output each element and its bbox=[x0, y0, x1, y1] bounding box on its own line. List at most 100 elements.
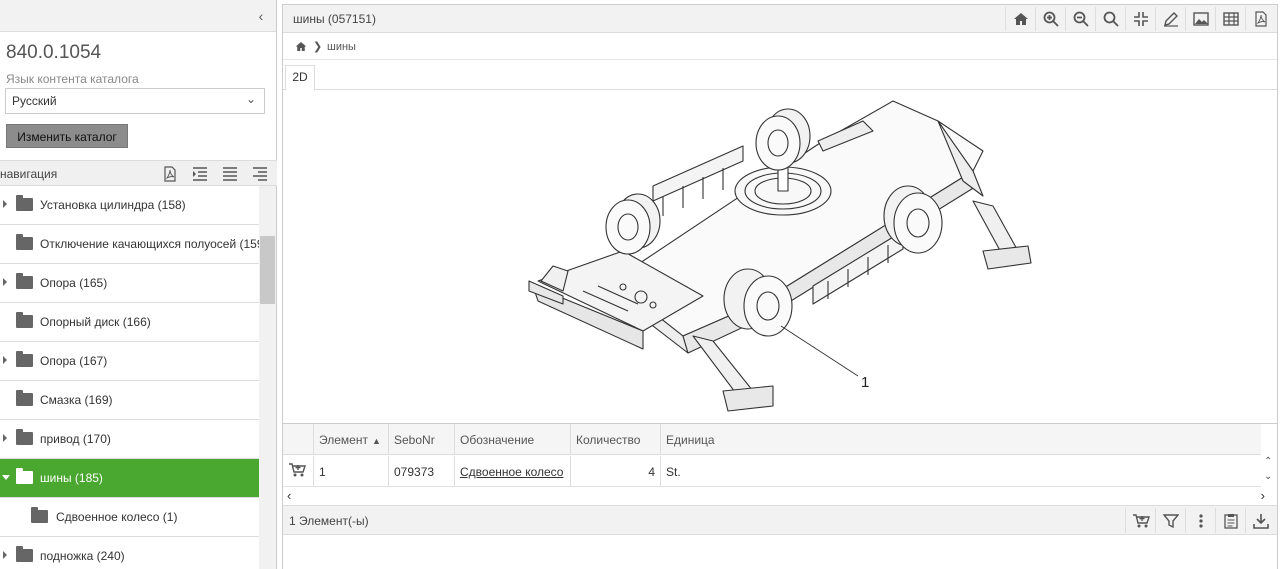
folder-icon bbox=[16, 273, 33, 289]
folder-icon bbox=[16, 429, 33, 445]
expand-arrow-icon[interactable] bbox=[3, 434, 7, 442]
filter-icon[interactable] bbox=[1155, 508, 1185, 533]
tree-item[interactable]: Установка цилиндра (158) bbox=[0, 186, 259, 225]
language-select[interactable]: Русский ⌄ bbox=[5, 88, 265, 114]
tree-item-selected[interactable]: шины (185) bbox=[0, 459, 259, 498]
folder-icon bbox=[16, 390, 33, 406]
collapse-sidebar-icon[interactable]: ‹ bbox=[254, 8, 268, 24]
tree-scrollbar[interactable] bbox=[259, 186, 276, 569]
collapse-arrow-icon[interactable] bbox=[2, 475, 10, 480]
tree-item-label: Опора (167) bbox=[40, 354, 108, 368]
language-label: Язык контента каталога bbox=[6, 72, 139, 86]
add-all-to-cart-icon[interactable] bbox=[1125, 508, 1155, 533]
home-icon[interactable] bbox=[295, 41, 307, 55]
parts-drawing[interactable]: 1 bbox=[283, 91, 1277, 425]
pdf-icon[interactable] bbox=[1245, 7, 1275, 31]
download-icon[interactable] bbox=[1245, 508, 1275, 533]
folder-icon bbox=[31, 507, 48, 523]
breadcrumb: ❯ шины bbox=[283, 34, 1277, 60]
machine-drawing-image: 1 bbox=[528, 100, 1032, 412]
expand-arrow-icon[interactable] bbox=[3, 278, 7, 286]
add-to-cart-icon[interactable] bbox=[283, 456, 314, 486]
zoom-in-icon[interactable] bbox=[1035, 7, 1065, 31]
tree-item-label: Опора (165) bbox=[40, 276, 108, 290]
scroll-up-icon[interactable]: ⌃ bbox=[1264, 456, 1272, 467]
zoom-out-icon[interactable] bbox=[1065, 7, 1095, 31]
breadcrumb-item[interactable]: шины bbox=[327, 41, 356, 53]
item-count: 1 Элемент(-ы) bbox=[289, 514, 369, 528]
column-header-element[interactable]: Элемент ▲ bbox=[314, 424, 389, 454]
navigation-header: навигация bbox=[0, 160, 277, 186]
column-header-unit[interactable]: Единица bbox=[661, 424, 1261, 454]
tree-item-label: подножка (240) bbox=[40, 549, 125, 563]
callout-label[interactable]: 1 bbox=[861, 374, 869, 391]
table-icon[interactable] bbox=[1215, 7, 1245, 31]
tree-item[interactable]: Опора (165) bbox=[0, 264, 259, 303]
column-header-quantity[interactable]: Количество bbox=[571, 424, 661, 454]
main-title-bar: шины (057151) bbox=[283, 5, 1277, 33]
main-panel: шины (057151) ❯ шины 2D 1 Элемент ▲ Sebo… bbox=[282, 4, 1278, 569]
sort-ascending-icon: ▲ bbox=[371, 436, 381, 446]
folder-icon bbox=[16, 234, 33, 250]
tree-item[interactable]: подножка (240) bbox=[0, 537, 259, 569]
column-header-sebonr[interactable]: SeboNr bbox=[389, 424, 455, 454]
more-options-icon[interactable] bbox=[1185, 508, 1215, 533]
view-tabs: 2D bbox=[283, 61, 1277, 91]
list-icon[interactable] bbox=[217, 163, 243, 185]
home-icon[interactable] bbox=[1005, 7, 1035, 31]
navigation-tree: Установка цилиндра (158) Отключение кача… bbox=[0, 186, 259, 569]
footer-toolbar bbox=[1125, 508, 1275, 533]
expand-arrow-icon[interactable] bbox=[3, 200, 7, 208]
tree-item[interactable]: Опора (167) bbox=[0, 342, 259, 381]
table-horizontal-scrollbar[interactable]: ‹ › bbox=[283, 488, 1277, 504]
search-icon[interactable] bbox=[1095, 7, 1125, 31]
designation-link[interactable]: Сдвоенное колесо bbox=[460, 465, 563, 479]
tree-item-label: Смазка (169) bbox=[40, 393, 113, 407]
column-header-label: Элемент bbox=[319, 433, 368, 447]
tab-2d[interactable]: 2D bbox=[285, 65, 315, 91]
scroll-right-icon[interactable]: › bbox=[1261, 488, 1265, 503]
navigation-toolbar bbox=[157, 163, 273, 185]
chevron-right-icon: ❯ bbox=[313, 41, 323, 53]
tree-item-child[interactable]: Сдвоенное колесо (1) bbox=[0, 498, 259, 537]
fit-screen-icon[interactable] bbox=[1125, 7, 1155, 31]
folder-icon bbox=[16, 546, 33, 562]
catalog-number: 840.0.1054 bbox=[6, 42, 102, 63]
tree-item-label: привод (170) bbox=[40, 432, 111, 446]
navigation-label: навигация bbox=[0, 167, 58, 181]
scrollbar-thumb[interactable] bbox=[260, 236, 275, 304]
page-title: шины (057151) bbox=[293, 12, 376, 26]
indent-icon[interactable] bbox=[187, 163, 213, 185]
language-selected-value: Русский bbox=[12, 94, 57, 108]
pdf-icon[interactable] bbox=[157, 163, 183, 185]
tree-item[interactable]: Опорный диск (166) bbox=[0, 303, 259, 342]
app: ‹ 840.0.1054 Язык контента каталога Русс… bbox=[0, 0, 1280, 569]
main-toolbar bbox=[1005, 7, 1275, 31]
tree-item-label: Установка цилиндра (158) bbox=[40, 198, 186, 212]
image-icon[interactable] bbox=[1185, 7, 1215, 31]
folder-icon bbox=[16, 312, 33, 328]
expand-arrow-icon[interactable] bbox=[3, 551, 7, 559]
pencil-icon[interactable] bbox=[1155, 7, 1185, 31]
tree-item[interactable]: Отключение качающихся полуосей (159) bbox=[0, 225, 259, 264]
tree-item[interactable]: Смазка (169) bbox=[0, 381, 259, 420]
parts-table: Элемент ▲ SeboNr Обозначение Количество Е… bbox=[283, 423, 1277, 506]
header-cart-column bbox=[283, 424, 314, 454]
folder-icon bbox=[16, 468, 33, 484]
cell-unit: St. bbox=[666, 465, 681, 479]
align-right-icon[interactable] bbox=[247, 163, 273, 185]
sidebar: ‹ 840.0.1054 Язык контента каталога Русс… bbox=[0, 0, 277, 569]
tree-item-label: шины (185) bbox=[40, 471, 103, 485]
scroll-down-icon[interactable]: ⌄ bbox=[1264, 471, 1272, 482]
table-row[interactable]: 1 079373 Сдвоенное колесо 4 St. bbox=[283, 456, 1261, 487]
folder-icon bbox=[16, 351, 33, 367]
column-header-designation[interactable]: Обозначение bbox=[455, 424, 571, 454]
cell-designation: Сдвоенное колесо bbox=[455, 456, 571, 486]
clipboard-icon[interactable] bbox=[1215, 508, 1245, 533]
scroll-left-icon[interactable]: ‹ bbox=[287, 488, 291, 503]
expand-arrow-icon[interactable] bbox=[3, 356, 7, 364]
change-catalog-button[interactable]: Изменить каталог bbox=[6, 124, 128, 148]
tree-item[interactable]: привод (170) bbox=[0, 420, 259, 459]
table-vertical-scrollbar[interactable]: ⌃ ⌄ bbox=[1261, 456, 1277, 487]
tree-item-label: Сдвоенное колесо (1) bbox=[56, 510, 178, 524]
